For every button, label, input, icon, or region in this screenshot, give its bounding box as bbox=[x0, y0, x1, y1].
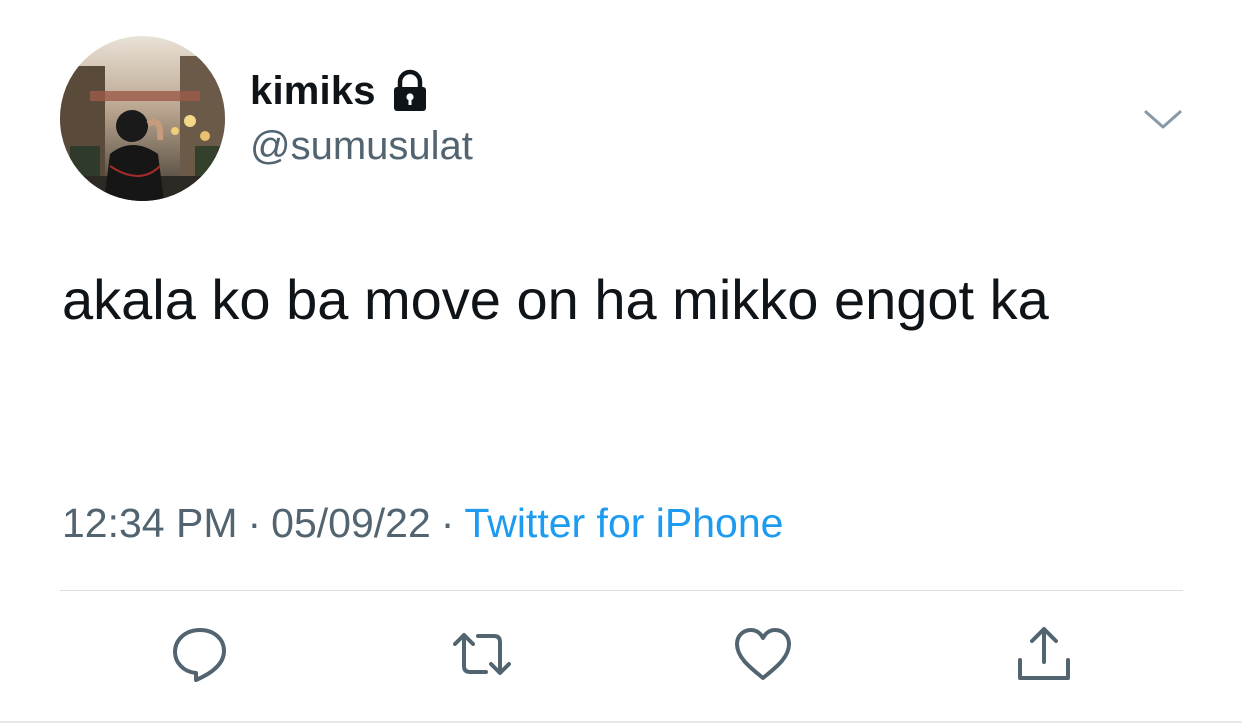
divider bbox=[60, 590, 1183, 591]
chevron-down-icon[interactable] bbox=[1143, 103, 1183, 135]
retweet-icon bbox=[453, 633, 511, 675]
like-button[interactable] bbox=[731, 622, 795, 686]
like-icon bbox=[735, 628, 791, 680]
share-icon bbox=[1018, 627, 1070, 680]
tweet-time[interactable]: 12:34 PM bbox=[62, 500, 238, 546]
display-name[interactable]: kimiks bbox=[250, 69, 376, 114]
user-handle[interactable]: @sumusulat bbox=[250, 124, 473, 169]
retweet-button[interactable] bbox=[450, 622, 514, 686]
tweet-source-link[interactable]: Twitter for iPhone bbox=[464, 500, 783, 546]
tweet-meta: 12:34 PM · 05/09/22 · Twitter for iPhone bbox=[62, 500, 783, 547]
share-button[interactable] bbox=[1012, 622, 1076, 686]
meta-separator: · bbox=[440, 500, 455, 546]
tweet-text: akala ko ba move on ha mikko engot ka bbox=[62, 268, 1049, 331]
meta-separator: · bbox=[247, 500, 262, 546]
reply-icon bbox=[173, 628, 226, 682]
author-row[interactable]: kimiks bbox=[250, 66, 432, 116]
tweet-date[interactable]: 05/09/22 bbox=[271, 500, 431, 546]
lock-icon bbox=[388, 69, 432, 113]
avatar[interactable] bbox=[60, 36, 225, 201]
reply-button[interactable] bbox=[168, 622, 232, 686]
